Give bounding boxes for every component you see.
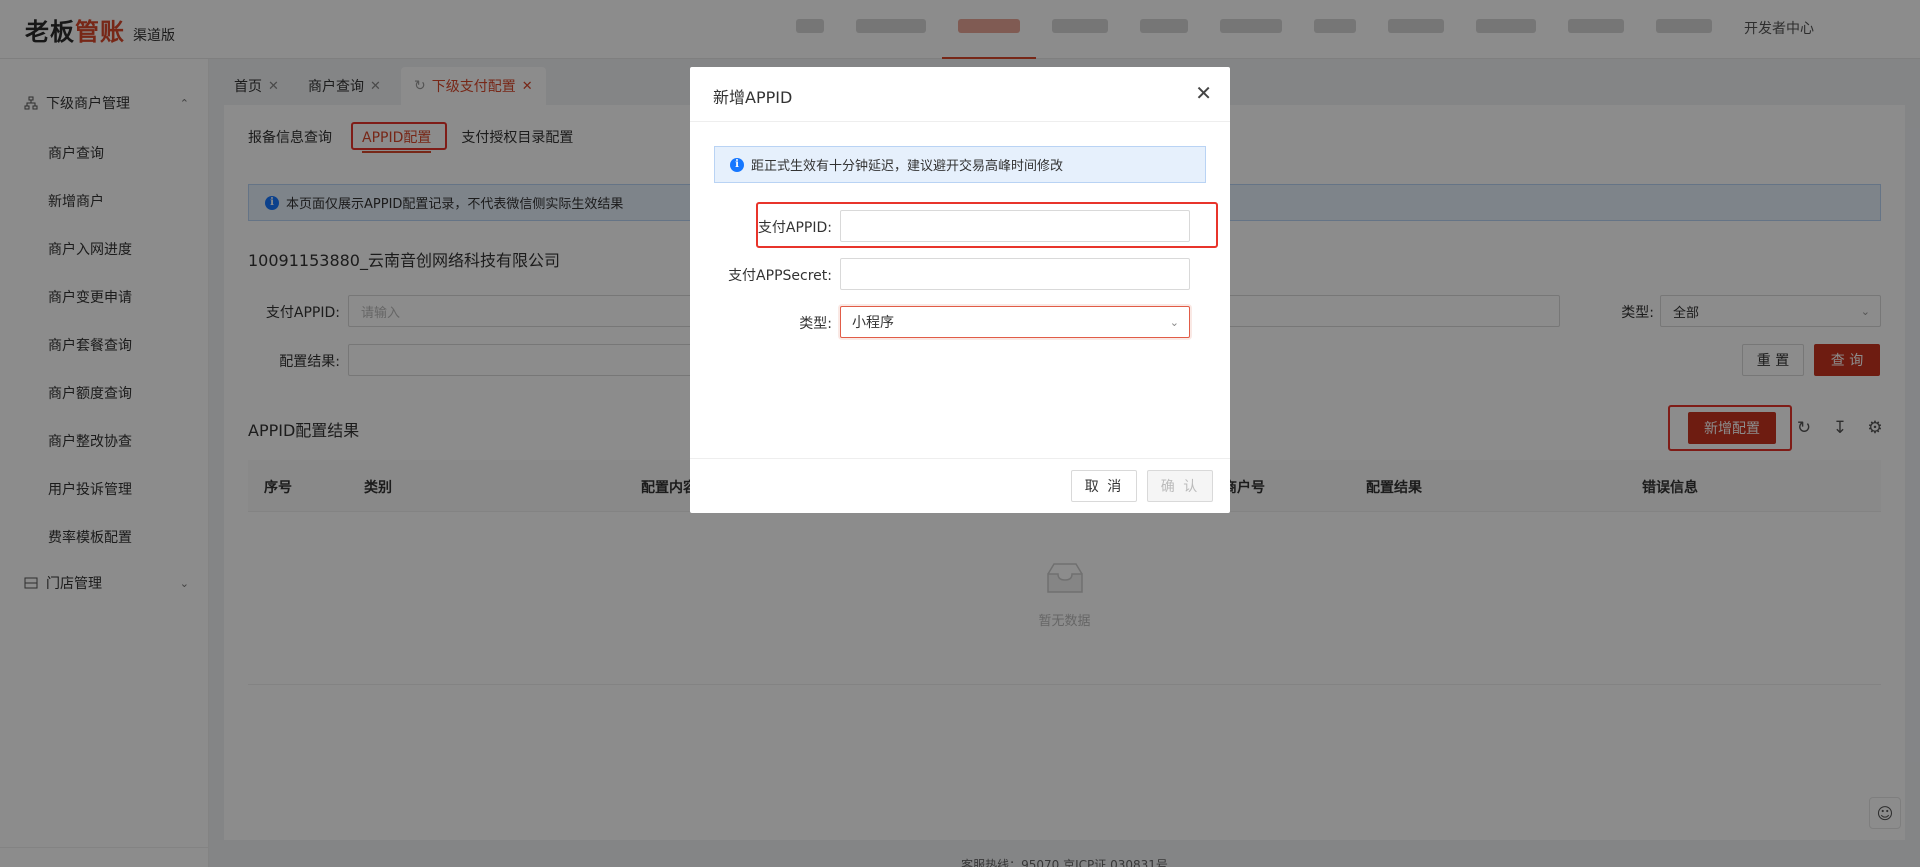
confirm-button[interactable]: 确 认 — [1147, 470, 1213, 502]
chevron-down-icon: ⌄ — [1169, 315, 1179, 329]
cancel-button[interactable]: 取 消 — [1071, 470, 1137, 502]
type-select[interactable]: 小程序 ⌄ — [840, 306, 1190, 338]
appsecret-input[interactable] — [840, 258, 1190, 290]
modal-notice-text: 距正式生效有十分钟延迟，建议避开交易高峰时间修改 — [751, 159, 1064, 174]
close-icon[interactable]: ✕ — [1195, 81, 1212, 105]
add-appid-modal: 新增APPID ✕ i 距正式生效有十分钟延迟，建议避开交易高峰时间修改 支付A… — [690, 67, 1230, 513]
modal-notice: i 距正式生效有十分钟延迟，建议避开交易高峰时间修改 — [714, 146, 1206, 183]
info-icon: i — [730, 157, 744, 172]
modal-title: 新增APPID — [713, 88, 793, 107]
type-value: 小程序 — [852, 315, 894, 331]
modal-header: 新增APPID ✕ — [690, 67, 1230, 122]
appsecret-label: 支付APPSecret: — [728, 268, 832, 284]
modal-footer: 取 消 确 认 — [690, 458, 1230, 513]
type-label: 类型: — [799, 316, 832, 332]
highlight-box-appid — [756, 202, 1218, 248]
